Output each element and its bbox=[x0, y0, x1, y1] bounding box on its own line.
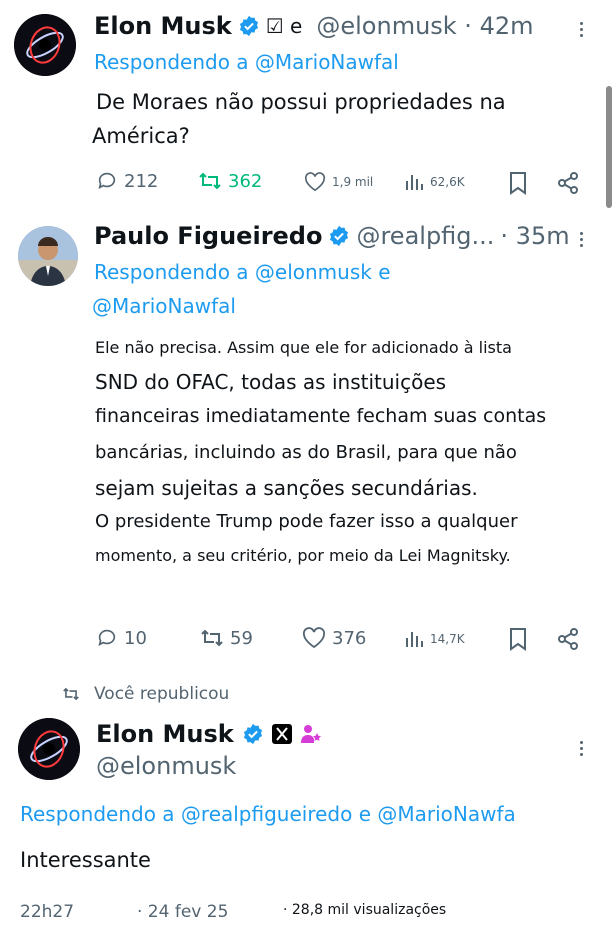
verified-badge-icon bbox=[328, 225, 350, 247]
person-star-icon bbox=[300, 724, 322, 744]
tweet-text-line: América? bbox=[92, 124, 190, 148]
tweet-text-line: momento, a seu critério, por meio da Lei… bbox=[95, 546, 511, 565]
share-icon[interactable] bbox=[556, 171, 580, 199]
handle-time[interactable]: @elonmusk · 42m bbox=[316, 12, 533, 40]
scrollbar[interactable] bbox=[606, 86, 612, 208]
views-button[interactable]: 62,6K bbox=[404, 172, 465, 192]
tweet-text-line: financeiras imediatamente fecham suas co… bbox=[95, 405, 547, 427]
handle[interactable]: @elonmusk bbox=[96, 752, 236, 780]
reply-button[interactable]: 212 bbox=[96, 170, 158, 192]
tweet-time[interactable]: 22h27 bbox=[20, 902, 74, 922]
views-icon bbox=[404, 172, 424, 192]
tweet-text-line: Ele não precisa. Assim que ele for adici… bbox=[95, 338, 512, 357]
views-icon bbox=[404, 629, 424, 649]
tweet-text-line: SND do OFAC, todas as instituições bbox=[95, 370, 447, 394]
replying-to[interactable]: Respondendo a @MarioNawfal bbox=[94, 50, 399, 74]
repost-icon bbox=[198, 170, 222, 192]
repost-icon bbox=[200, 627, 224, 649]
more-vertical-icon[interactable] bbox=[580, 19, 583, 40]
heart-icon bbox=[302, 627, 326, 649]
like-count: 1,9 mil bbox=[332, 175, 374, 189]
repost-banner: Você republicou bbox=[62, 684, 229, 704]
x-logo-icon bbox=[271, 724, 292, 744]
avatar[interactable] bbox=[14, 14, 76, 76]
tweet-views[interactable]: · 28,8 mil visualizações bbox=[283, 902, 446, 918]
avatar[interactable] bbox=[18, 226, 78, 286]
bookmark-icon[interactable] bbox=[508, 627, 528, 655]
replying-to[interactable]: @MarioNawfal bbox=[92, 294, 236, 318]
heart-icon bbox=[304, 172, 326, 192]
views-button[interactable]: 14,7K bbox=[404, 629, 465, 649]
author-name[interactable]: Elon Musk bbox=[96, 720, 234, 748]
views-count: 14,7K bbox=[430, 632, 465, 646]
like-button[interactable]: 376 bbox=[302, 627, 366, 649]
tweet-text-line: O presidente Trump pode fazer isso a qua… bbox=[95, 511, 518, 532]
more-vertical-icon[interactable] bbox=[580, 229, 583, 250]
reply-icon bbox=[96, 170, 118, 192]
tweet-text-line: sejam sujeitas a sanções secundárias. bbox=[95, 476, 478, 500]
author-name[interactable]: Elon Musk bbox=[94, 12, 232, 40]
repost-count: 59 bbox=[230, 627, 253, 649]
like-count: 376 bbox=[332, 627, 367, 649]
tweet-text-line: bancárias, incluindo as do Brasil, para … bbox=[95, 442, 517, 463]
repost-banner-label: Você republicou bbox=[94, 684, 230, 704]
verified-badge-icon bbox=[242, 723, 264, 745]
views-count: 62,6K bbox=[430, 175, 465, 189]
timestamp[interactable]: · 35m bbox=[500, 222, 569, 250]
repost-count: 362 bbox=[228, 170, 263, 192]
avatar[interactable] bbox=[18, 718, 80, 780]
repost-icon bbox=[62, 686, 80, 702]
more-vertical-icon[interactable] bbox=[580, 738, 583, 759]
badge-suffix: ☑ e bbox=[265, 14, 303, 38]
reply-icon bbox=[96, 627, 118, 649]
reply-count: 10 bbox=[124, 627, 147, 649]
reply-button[interactable]: 10 bbox=[96, 627, 147, 649]
handle[interactable]: @realpfig... bbox=[356, 222, 494, 250]
replying-to[interactable]: Respondendo a @elonmusk e bbox=[94, 260, 391, 284]
author-name[interactable]: Paulo Figueiredo bbox=[94, 222, 322, 250]
like-button[interactable]: 1,9 mil bbox=[304, 172, 373, 192]
replying-to[interactable]: Respondendo a @realpfigueiredo e @MarioN… bbox=[20, 802, 516, 826]
bookmark-icon[interactable] bbox=[508, 171, 528, 199]
verified-badge-icon bbox=[238, 15, 260, 37]
tweet-date[interactable]: · 24 fev 25 bbox=[137, 902, 228, 922]
repost-button[interactable]: 362 bbox=[198, 170, 262, 192]
repost-button[interactable]: 59 bbox=[200, 627, 253, 649]
reply-count: 212 bbox=[124, 170, 159, 192]
share-icon[interactable] bbox=[556, 627, 580, 655]
tweet-text: Interessante bbox=[20, 848, 151, 872]
tweet-text-line: De Moraes não possui propriedades na bbox=[96, 90, 506, 114]
